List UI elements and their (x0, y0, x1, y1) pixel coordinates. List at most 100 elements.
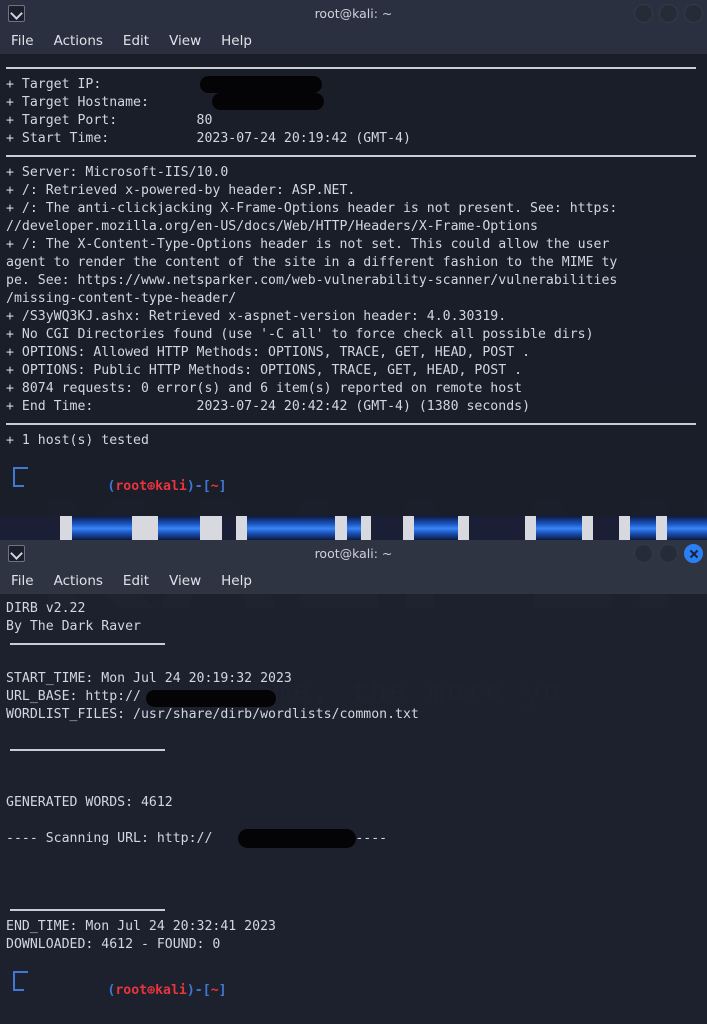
redaction-bar (200, 76, 322, 93)
blank-line: . (6, 884, 707, 902)
output-line: agent to render the content of the site … (6, 255, 618, 270)
shell-prompt[interactable]: (root⊕kali)-[~] # (6, 460, 707, 498)
blank-line: . (6, 724, 707, 742)
prompt-at-icon: ⊕ (147, 479, 156, 494)
output-line: + Target Port: 80 (6, 113, 213, 128)
prompt-bracket-close: ] (218, 479, 227, 494)
redaction-bar (238, 829, 356, 848)
prompt-paren-close: ) (186, 479, 195, 494)
blank-line: . (6, 758, 707, 776)
prompt-paren-close: ) (186, 983, 195, 998)
prompt-user: root (115, 479, 148, 494)
terminal-output-dirb[interactable]: DIRB v2.22 By The Dark Raver . START_TIM… (0, 594, 707, 1024)
desktop: KALI LIN you become, the more yo (0, 0, 707, 1024)
output-line: + /S3yWQ3KJ.ashx: Retrieved x-aspnet-ver… (6, 309, 507, 324)
blank-line: . (6, 776, 707, 794)
dirb-version-line: DIRB v2.22 (6, 601, 86, 616)
output-line: + Target Hostname: (6, 95, 149, 110)
maximize-button[interactable] (659, 544, 678, 563)
menu-actions[interactable]: Actions (54, 33, 103, 49)
maximize-button[interactable] (659, 4, 678, 23)
prompt-bracket-close: ] (218, 983, 227, 998)
generated-words-line: GENERATED WORDS: 4612 (6, 795, 173, 810)
end-time-line: END_TIME: Mon Jul 24 20:32:41 2023 (6, 919, 276, 934)
menu-actions[interactable]: Actions (54, 573, 103, 589)
close-button[interactable] (684, 544, 703, 563)
prompt-bracket-open: [ (202, 479, 211, 494)
window-title: root@kali: ~ (314, 6, 393, 21)
dirb-author-line: By The Dark Raver (6, 619, 141, 634)
titlebar[interactable]: root@kali: ~ (0, 540, 707, 567)
prompt-dash: - (194, 983, 203, 998)
terminal-icon (8, 545, 25, 562)
menu-file[interactable]: File (11, 573, 34, 589)
separator-rule (6, 423, 696, 425)
prompt-path: ~ (210, 983, 219, 998)
wordlist-files-line: WORDLIST_FILES: /usr/share/dirb/wordlist… (6, 707, 419, 722)
blank-line: . (6, 866, 707, 884)
minimize-button[interactable] (634, 544, 653, 563)
blank-line: . (6, 812, 707, 830)
terminal-output-nikto[interactable]: + Target IP: + Target Hostname: + Target… (0, 54, 707, 516)
prompt-box-corner (13, 989, 24, 991)
minimize-button[interactable] (634, 4, 653, 23)
terminal-icon (8, 5, 25, 22)
prompt-host: kali (155, 479, 187, 494)
menu-view[interactable]: View (169, 573, 201, 589)
prompt-dash: - (194, 479, 203, 494)
menu-file[interactable]: File (11, 33, 34, 49)
separator-rule (10, 909, 165, 911)
window-controls[interactable] (634, 4, 703, 23)
terminal-window-nikto[interactable]: root@kali: ~ File Actions Edit View Help… (0, 0, 707, 516)
scanning-url-line: ---- Scanning URL: http:// ---- (6, 830, 707, 848)
scanning-url-prefix: ---- Scanning URL: http:// (6, 831, 213, 846)
close-button[interactable] (684, 4, 703, 23)
prompt-box-corner (13, 971, 15, 991)
menu-edit[interactable]: Edit (123, 33, 149, 49)
output-line: + Start Time: 2023-07-24 20:19:42 (GMT-4… (6, 131, 411, 146)
url-base-line: URL_BASE: http:// (6, 689, 141, 704)
prompt-box-corner (13, 467, 15, 487)
hosts-tested-line: + 1 host(s) tested (6, 433, 149, 448)
menubar[interactable]: File Actions Edit View Help (0, 27, 707, 54)
output-line: + Target IP: (6, 77, 102, 92)
wallpaper-banner-strip (0, 516, 707, 540)
separator-rule (10, 749, 165, 751)
separator-rule (6, 155, 696, 157)
prompt-path: ~ (210, 479, 219, 494)
downloaded-line: DOWNLOADED: 4612 - FOUND: 0 (6, 937, 221, 952)
output-line: + /: The X-Content-Type-Options header i… (6, 237, 610, 252)
blank-line: . (6, 652, 707, 670)
menu-help[interactable]: Help (221, 33, 252, 49)
output-line: + OPTIONS: Public HTTP Methods: OPTIONS,… (6, 363, 523, 378)
blank-line: . (6, 848, 707, 866)
output-line: //developer.mozilla.org/en-US/docs/Web/H… (6, 219, 538, 234)
menubar[interactable]: File Actions Edit View Help (0, 567, 707, 594)
output-line: + Server: Microsoft-IIS/10.0 (6, 165, 229, 180)
prompt-bracket-open: [ (202, 983, 211, 998)
menu-view[interactable]: View (169, 33, 201, 49)
shell-prompt[interactable]: (root⊕kali)-[~] # (6, 964, 707, 1002)
start-time-line: START_TIME: Mon Jul 24 20:19:32 2023 (6, 671, 292, 686)
redaction-bar (212, 93, 324, 110)
output-line: + End Time: 2023-07-24 20:42:42 (GMT-4) … (6, 399, 531, 414)
window-controls[interactable] (634, 544, 703, 563)
separator-rule (6, 67, 696, 69)
output-line: + 8074 requests: 0 error(s) and 6 item(s… (6, 381, 523, 396)
redaction-bar (146, 690, 276, 707)
prompt-host: kali (155, 983, 187, 998)
menu-edit[interactable]: Edit (123, 573, 149, 589)
output-line: /missing-content-type-header/ (6, 291, 237, 306)
prompt-box-corner (13, 467, 28, 469)
terminal-window-dirb[interactable]: root@kali: ~ File Actions Edit View Help… (0, 540, 707, 1024)
menu-help[interactable]: Help (221, 573, 252, 589)
prompt-box-corner (13, 485, 24, 487)
prompt-at-icon: ⊕ (147, 983, 156, 998)
output-line: + /: The anti-clickjacking X-Frame-Optio… (6, 201, 618, 216)
scanning-url-suffix: ---- (355, 831, 388, 846)
output-line: pe. See: https://www.netsparker.com/web-… (6, 273, 618, 288)
output-line: + OPTIONS: Allowed HTTP Methods: OPTIONS… (6, 345, 531, 360)
prompt-box-corner (13, 971, 28, 973)
titlebar[interactable]: root@kali: ~ (0, 0, 707, 27)
prompt-user: root (115, 983, 148, 998)
